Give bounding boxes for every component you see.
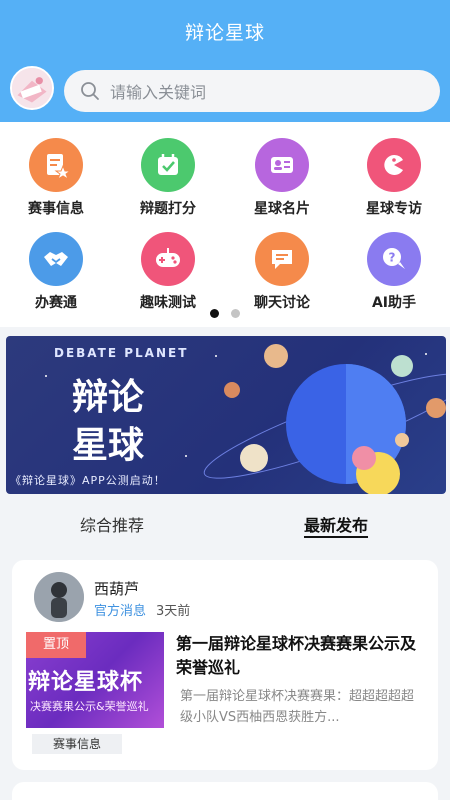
user-avatar[interactable] xyxy=(10,66,54,110)
pacman-icon xyxy=(367,138,421,192)
menu-item-host-event[interactable]: 办赛通 xyxy=(6,232,106,312)
pager-dot-2[interactable] xyxy=(231,309,240,318)
menu-item-chat[interactable]: 聊天讨论 xyxy=(232,232,332,312)
pager-dot-1[interactable] xyxy=(210,309,219,318)
id-card-icon xyxy=(255,138,309,192)
search-icon xyxy=(81,82,99,100)
help-chat-icon: ? xyxy=(367,232,421,286)
search-placeholder: 请输入关键词 xyxy=(110,83,207,102)
menu-pager[interactable] xyxy=(0,309,450,318)
app-title: 辩论星球 xyxy=(184,22,265,44)
post-source-tag: 官方消息 xyxy=(94,604,147,619)
menu-item-topic-score[interactable]: 辩题打分 xyxy=(118,138,218,218)
banner-english-title: DEBATE PLANET xyxy=(54,346,189,360)
gamepad-icon xyxy=(141,232,195,286)
menu-item-interview[interactable]: 星球专访 xyxy=(344,138,444,218)
menu-item-planet-card[interactable]: 星球名片 xyxy=(232,138,332,218)
promo-banner[interactable]: DEBATE PLANET 辩论星球 《辩论星球》APP公测启动！ xyxy=(6,336,446,494)
tab-latest[interactable]: 最新发布 xyxy=(304,512,368,536)
handshake-icon xyxy=(29,232,83,286)
thumbnail-subtitle: 决赛赛果公示&荣誉巡礼 xyxy=(30,700,149,713)
author-name[interactable]: 西葫芦 xyxy=(94,578,139,599)
tab-recommended[interactable]: 综合推荐 xyxy=(80,512,144,536)
post-time: 3天前 xyxy=(156,604,191,619)
chat-icon xyxy=(255,232,309,286)
pinned-badge: 置顶 xyxy=(26,632,86,658)
post-thumbnail[interactable]: 辩论星球杯 决赛赛果公示&荣誉巡礼 置顶 xyxy=(26,632,164,728)
banner-chinese-title: 辩论星球 xyxy=(72,377,145,466)
post-card[interactable]: 西葫芦 官方消息 3天前 辩论星球杯 决赛赛果公示&荣誉巡礼 置顶 赛事信息 第… xyxy=(12,560,438,770)
category-label[interactable]: 赛事信息 xyxy=(32,734,122,754)
calendar-check-icon xyxy=(141,138,195,192)
thumbnail-title: 辩论星球杯 xyxy=(28,670,144,695)
menu-item-label: 星球名片 xyxy=(254,201,310,217)
post-excerpt: 第一届辩论星球杯决赛赛果：超超超超超级小队VS西柚西恩获胜方... xyxy=(180,689,415,725)
feed-tabs: 综合推荐 最新发布 xyxy=(0,506,450,542)
search-input[interactable]: 请输入关键词 xyxy=(64,70,440,112)
menu-item-label: 星球专访 xyxy=(366,201,422,217)
document-star-icon xyxy=(29,138,83,192)
banner-caption: 《辩论星球》APP公测启动！ xyxy=(10,474,166,487)
menu-item-label: 赛事信息 xyxy=(28,201,84,217)
menu-item-ai-assistant[interactable]: ? AI助手 xyxy=(344,232,444,312)
menu-item-label: 辩题打分 xyxy=(140,201,196,217)
post-title[interactable]: 第一届辩论星球杯决赛赛果公示及荣誉巡礼 xyxy=(176,632,422,680)
post-card-next[interactable] xyxy=(12,782,438,800)
app-header: 辩论星球 请输入关键词 xyxy=(0,0,450,122)
svg-text:?: ? xyxy=(389,251,396,265)
author-avatar[interactable] xyxy=(34,572,84,622)
feature-menu: 赛事信息 辩题打分 星球名片 星球专访 办赛通 趣味测试 聊天讨论 ? AI助手 xyxy=(0,122,450,327)
menu-item-event-info[interactable]: 赛事信息 xyxy=(6,138,106,218)
menu-item-quiz[interactable]: 趣味测试 xyxy=(118,232,218,312)
